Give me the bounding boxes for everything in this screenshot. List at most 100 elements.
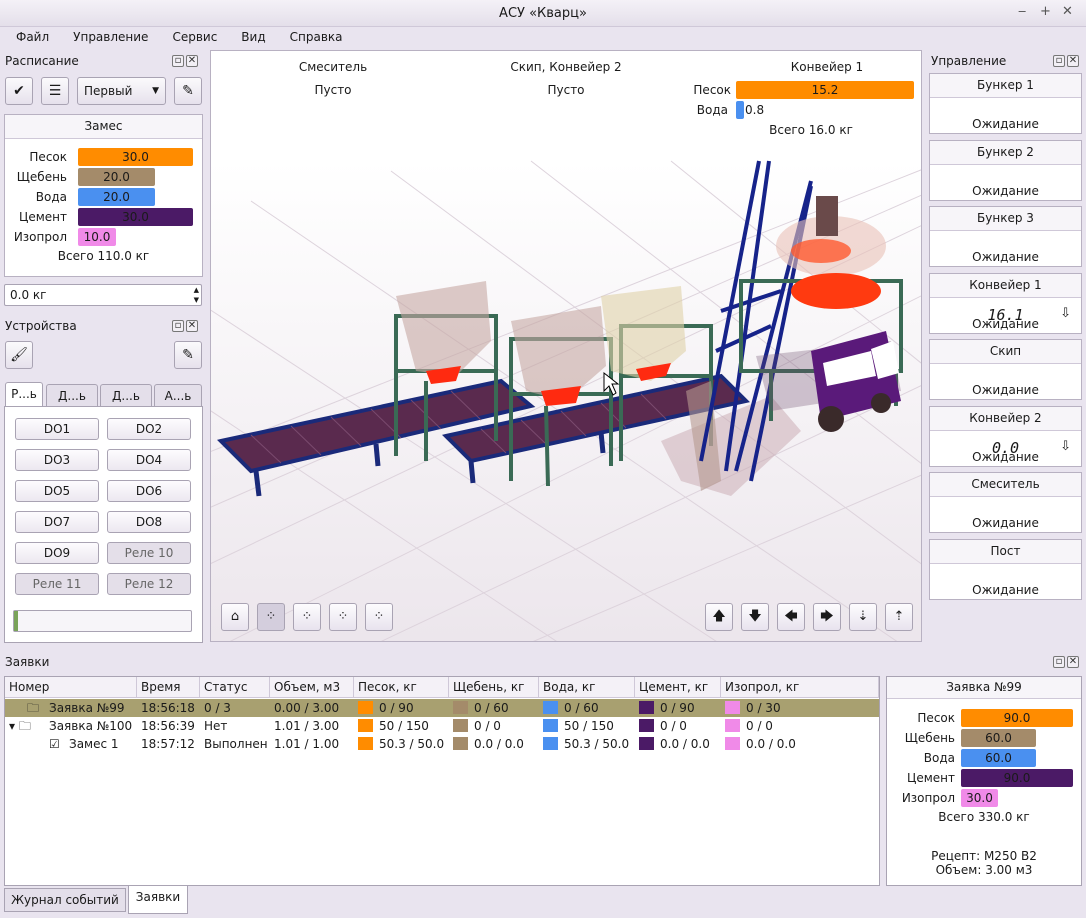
column-header[interactable]: Щебень, кг <box>449 677 539 697</box>
list-button[interactable]: ☰ <box>41 77 69 105</box>
tab-detectors[interactable]: Д...ь <box>100 384 152 406</box>
tab-sensors[interactable]: Д...ь <box>46 384 98 406</box>
tab-relays[interactable]: Р...ь <box>5 382 43 406</box>
move-left-button[interactable]: 🡄 <box>777 603 805 631</box>
chevron-down-icon: ▼ <box>152 86 159 96</box>
column-header[interactable]: Статус <box>200 677 270 697</box>
device-button[interactable]: DO2 <box>107 418 191 440</box>
order-gravel-cell: 0 / 0 <box>453 717 501 735</box>
move-right-button[interactable]: 🡆 <box>813 603 841 631</box>
spin-arrows-icon[interactable]: ▲ ▼ <box>194 285 199 305</box>
tab-event-log[interactable]: Журнал событий <box>4 888 126 912</box>
conveyor1-water-value: 0.8 <box>745 103 765 117</box>
edit-button[interactable]: ✎ <box>174 77 202 105</box>
close-dock-icon[interactable]: ✕ <box>186 55 198 67</box>
color-swatch <box>639 701 654 714</box>
device-button[interactable]: Реле 10 <box>107 542 191 564</box>
plant-3d-view[interactable]: Смеситель Пусто Скип, Конвейер 2 Пусто К… <box>210 50 922 642</box>
arrow-right-icon: 🡆 <box>820 609 834 624</box>
order-water-value: 50 / 150 <box>564 719 614 733</box>
device-button[interactable]: DO5 <box>15 480 99 502</box>
view-2-button[interactable]: ⁘ <box>293 603 321 631</box>
order-detail-bar: 30.0 <box>961 789 998 807</box>
column-header[interactable]: Вода, кг <box>539 677 635 697</box>
device-progress-fill <box>14 611 18 631</box>
checkbox-icon[interactable]: ☑ <box>49 735 60 753</box>
brush-button[interactable]: 🖌 <box>5 341 33 369</box>
move-up-button[interactable]: 🡅 <box>705 603 733 631</box>
mode-select[interactable]: Первый ▼ <box>77 77 166 105</box>
device-button[interactable]: DO4 <box>107 449 191 471</box>
move-down-button[interactable]: 🡇 <box>741 603 769 631</box>
maximize-icon[interactable]: + <box>1040 4 1051 19</box>
menu-service[interactable]: Сервис <box>164 27 225 47</box>
tab-actuators[interactable]: А...ь <box>154 384 202 406</box>
float-icon[interactable]: ▫ <box>1053 656 1065 668</box>
color-swatch <box>358 719 373 732</box>
order-time: 18:56:39 <box>141 719 195 733</box>
menu-control[interactable]: Управление <box>65 27 156 47</box>
close-dock-icon[interactable]: ✕ <box>186 320 198 332</box>
tab-orders[interactable]: Заявки <box>128 886 188 914</box>
device-button[interactable]: DO8 <box>107 511 191 533</box>
column-header[interactable]: Изопрол, кг <box>721 677 879 697</box>
device-button[interactable]: Реле 11 <box>15 573 99 595</box>
control-unit[interactable]: Пост Ожидание <box>929 538 1082 600</box>
weight-input[interactable]: 0.0 кг ▲ ▼ <box>4 284 202 306</box>
minimize-icon[interactable]: ‒ <box>1018 4 1026 19</box>
control-unit[interactable]: Скип Ожидание <box>929 339 1082 400</box>
orders-dock-buttons: ▫ ✕ <box>1051 656 1079 668</box>
close-dock-icon[interactable]: ✕ <box>1067 656 1079 668</box>
control-unit[interactable]: Конвейер 2 0.0 ⇩ Ожидание <box>929 405 1082 467</box>
folder-icon[interactable]: 🗀 <box>27 699 39 717</box>
column-header[interactable]: Время <box>137 677 200 697</box>
order-status: Выполнен <box>204 737 268 751</box>
order-detail-recipe: Рецепт: М250 В2 <box>931 849 1037 863</box>
device-button[interactable]: Реле 12 <box>107 573 191 595</box>
zoom-in-button[interactable]: ⇣ <box>849 603 877 631</box>
column-header[interactable]: Номер <box>5 677 137 697</box>
grid-icon: ⁘ <box>337 609 349 624</box>
color-swatch <box>453 737 468 750</box>
home-view-button[interactable]: ⌂ <box>221 603 249 631</box>
menu-view[interactable]: Вид <box>233 27 273 47</box>
close-dock-icon[interactable]: ✕ <box>1067 55 1079 67</box>
device-button[interactable]: DO3 <box>15 449 99 471</box>
order-number: Заявка №100 <box>49 719 133 733</box>
folder-icon[interactable]: ▾ 🗀 <box>9 717 31 735</box>
order-detail-label: Песок <box>917 711 955 725</box>
device-button[interactable]: DO1 <box>15 418 99 440</box>
order-iso-cell: 0 / 30 <box>725 699 781 717</box>
close-icon[interactable]: ✕ <box>1062 4 1073 19</box>
device-button[interactable]: DO9 <box>15 542 99 564</box>
order-detail-label: Вода <box>923 751 955 765</box>
column-header[interactable]: Песок, кг <box>354 677 449 697</box>
control-unit[interactable]: Конвейер 1 16.1 ⇩ Ожидание <box>929 272 1082 334</box>
column-header[interactable]: Объем, м3 <box>270 677 354 697</box>
devices-edit-button[interactable]: ✎ <box>174 341 202 369</box>
view-4-button[interactable]: ⁘ <box>365 603 393 631</box>
float-icon[interactable]: ▫ <box>172 320 184 332</box>
control-unit[interactable]: Бункер 1 Ожидание <box>929 73 1082 134</box>
float-icon[interactable]: ▫ <box>172 55 184 67</box>
menu-help[interactable]: Справка <box>282 27 351 47</box>
zoom-out-icon: ⇡ <box>893 609 905 624</box>
column-header[interactable]: Цемент, кг <box>635 677 721 697</box>
confirm-button[interactable]: ✔ <box>5 77 33 105</box>
float-icon[interactable]: ▫ <box>1053 55 1065 67</box>
color-swatch <box>543 719 558 732</box>
device-button[interactable]: DO6 <box>107 480 191 502</box>
color-swatch <box>543 737 558 750</box>
device-button[interactable]: DO7 <box>15 511 99 533</box>
control-unit[interactable]: Смеситель Ожидание <box>929 472 1082 533</box>
control-unit[interactable]: Бункер 3 Ожидание <box>929 206 1082 267</box>
zoom-out-button[interactable]: ⇡ <box>885 603 913 631</box>
order-detail-label: Цемент <box>907 771 955 785</box>
order-detail-label: Изопрол <box>901 791 955 805</box>
view-1-button[interactable]: ⁘ <box>257 603 285 631</box>
order-cement-cell: 0 / 0 <box>639 717 687 735</box>
menu-file[interactable]: Файл <box>8 27 57 47</box>
control-unit[interactable]: Бункер 2 Ожидание <box>929 139 1082 201</box>
view-3-button[interactable]: ⁘ <box>329 603 357 631</box>
order-sand-value: 50.3 / 50.0 <box>379 737 445 751</box>
